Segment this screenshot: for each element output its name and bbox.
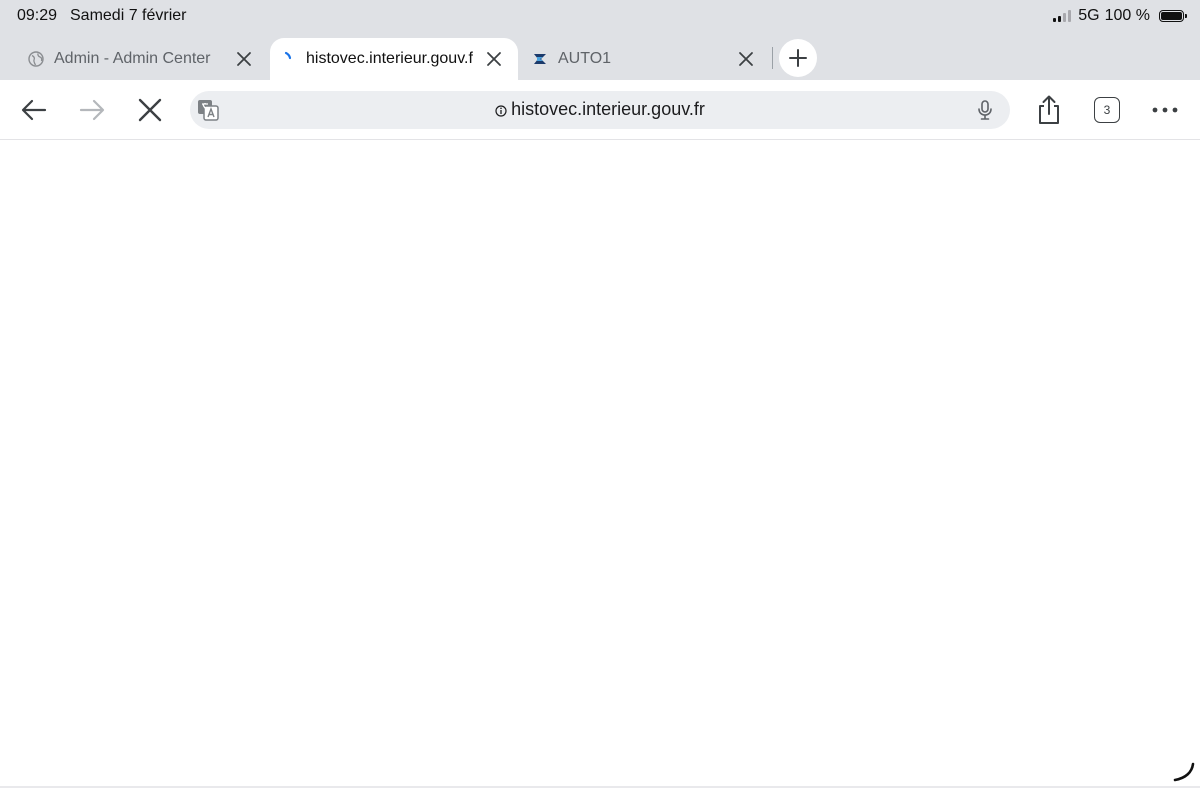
tab-switcher-button[interactable]: 3 <box>1094 97 1120 123</box>
plus-icon <box>789 49 807 67</box>
tab-admin-center[interactable]: Admin - Admin Center <box>18 38 268 80</box>
arrow-right-icon <box>79 99 105 121</box>
close-icon[interactable] <box>234 49 254 69</box>
auto1-logo-icon <box>534 54 546 64</box>
tab-histovec[interactable]: histovec.interieur.gouv.f <box>270 38 518 80</box>
arrow-left-icon <box>21 99 47 121</box>
status-time: 09:29 <box>17 7 58 24</box>
stop-loading-button[interactable] <box>135 95 165 125</box>
tab-title: AUTO1 <box>558 50 612 67</box>
tab-title: Admin - Admin Center <box>54 50 211 67</box>
resize-handle-icon[interactable] <box>1170 760 1196 784</box>
new-tab-button[interactable] <box>779 39 817 77</box>
info-icon[interactable] <box>495 104 507 117</box>
microphone-icon[interactable] <box>974 99 996 121</box>
page-content[interactable] <box>0 141 1200 788</box>
signal-icon <box>1053 10 1072 22</box>
battery-percent: 100 % <box>1104 7 1150 24</box>
address-bar[interactable]: histovec.interieur.gouv.fr <box>190 91 1010 129</box>
share-button[interactable] <box>1034 95 1064 125</box>
share-icon <box>1039 95 1059 124</box>
more-dots-icon <box>1152 107 1178 113</box>
more-menu-button[interactable] <box>1150 95 1180 125</box>
tab-title: histovec.interieur.gouv.f <box>306 50 473 67</box>
close-icon <box>138 98 162 122</box>
toolbar: histovec.interieur.gouv.fr <box>0 80 1200 140</box>
close-icon[interactable] <box>484 49 504 69</box>
tab-separator <box>772 47 773 69</box>
status-indicators: 5G 100 % <box>1053 7 1187 25</box>
network-type: 5G <box>1078 7 1100 24</box>
back-button[interactable] <box>19 95 49 125</box>
forward-button[interactable] <box>77 95 107 125</box>
loading-spinner-icon <box>284 51 292 60</box>
url-display[interactable]: histovec.interieur.gouv.fr <box>190 99 1010 120</box>
tab-auto1[interactable]: AUTO1 <box>522 38 770 80</box>
close-icon[interactable] <box>736 49 756 69</box>
status-date: Samedi 7 février <box>70 7 187 24</box>
url-text: histovec.interieur.gouv.fr <box>511 99 705 119</box>
battery-icon <box>1159 10 1187 22</box>
status-bar: 09:29 Samedi 7 février 5G 100 % <box>0 0 1200 34</box>
globe-icon <box>28 51 44 67</box>
